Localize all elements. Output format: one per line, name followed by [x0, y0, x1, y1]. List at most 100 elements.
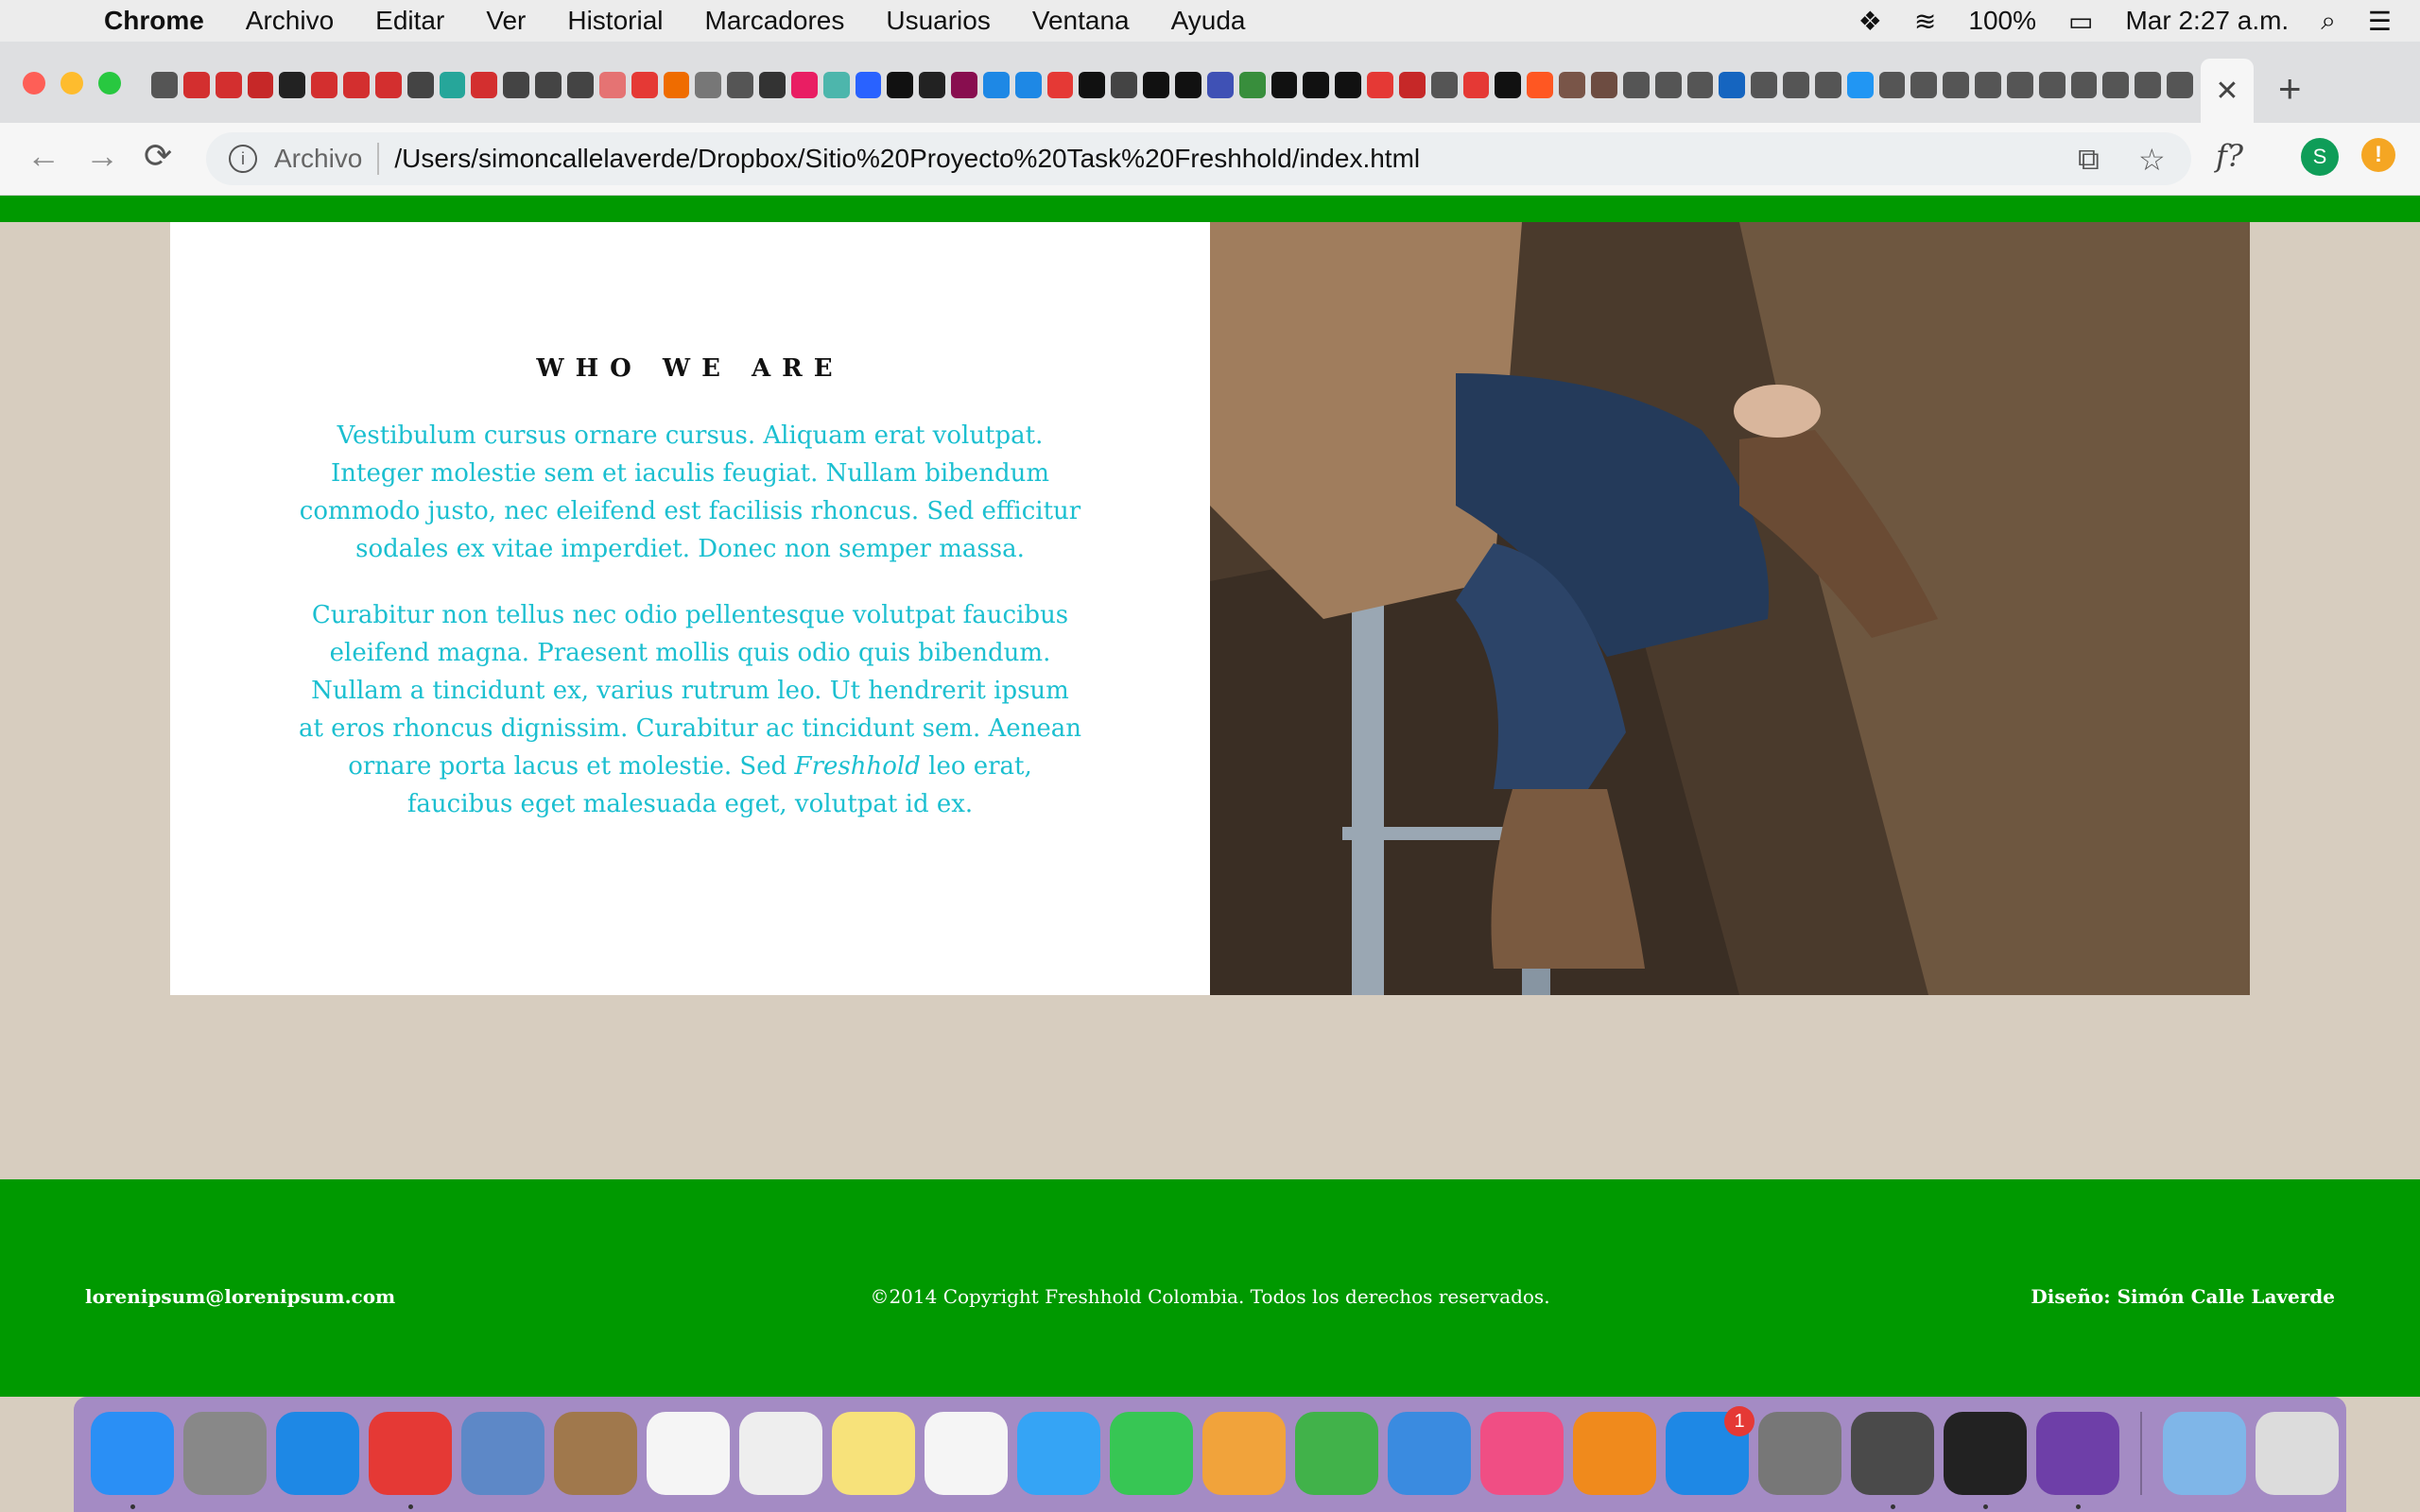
menu-archivo[interactable]: Archivo — [246, 6, 334, 36]
translate-icon[interactable]: ⧉ — [2078, 142, 2100, 178]
pinned-tab-favicon-icon[interactable] — [2038, 72, 2066, 98]
pinned-tab-favicon-icon[interactable] — [727, 72, 754, 98]
menu-editar[interactable]: Editar — [375, 6, 444, 36]
pinned-tab-favicon-icon[interactable] — [1079, 72, 1106, 98]
url-text[interactable]: /Users/simoncallelaverde/Dropbox/Sitio%2… — [394, 144, 1420, 174]
pinned-tab-favicon-icon[interactable] — [374, 72, 402, 98]
dock-sublime-text-icon[interactable] — [1851, 1412, 1934, 1509]
pinned-tab-favicon-icon[interactable] — [1686, 72, 1714, 98]
dock-contacts-icon[interactable] — [554, 1412, 637, 1495]
pinned-tab-favicon-icon[interactable] — [343, 72, 370, 98]
dock-app-store-icon[interactable]: 1 — [1666, 1406, 1754, 1495]
pinned-tab-favicon-icon[interactable] — [1846, 72, 1874, 98]
pinned-tab-favicon-icon[interactable] — [1430, 72, 1458, 98]
close-window-button[interactable] — [23, 72, 45, 94]
menu-marcadores[interactable]: Marcadores — [705, 6, 845, 36]
active-tab[interactable]: ✕ — [2201, 59, 2254, 123]
new-tab-button[interactable]: + — [2278, 66, 2302, 112]
pinned-tab-favicon-icon[interactable] — [1206, 72, 1234, 98]
menu-historial[interactable]: Historial — [567, 6, 663, 36]
menu-bar-clock[interactable]: Mar 2:27 a.m. — [2125, 6, 2289, 36]
pinned-tab-favicon-icon[interactable] — [822, 72, 850, 98]
pinned-tab-favicon-icon[interactable] — [1175, 72, 1201, 98]
pinned-tab-favicon-icon[interactable] — [151, 72, 178, 98]
pinned-tab-favicon-icon[interactable] — [2006, 72, 2033, 98]
menu-usuarios[interactable]: Usuarios — [886, 6, 990, 36]
pinned-tab-favicon-icon[interactable] — [790, 72, 818, 98]
dock-downloads-folder-icon[interactable] — [2163, 1412, 2246, 1495]
minimize-window-button[interactable] — [60, 72, 83, 94]
fontface-extension-icon[interactable]: f? — [2216, 138, 2243, 174]
pinned-tab-favicon-icon[interactable] — [887, 72, 914, 98]
battery-icon[interactable]: ▭ — [2068, 6, 2093, 37]
pinned-tab-favicon-icon[interactable] — [1398, 72, 1426, 98]
pinned-tab-favicon-icon[interactable] — [1751, 72, 1778, 98]
pinned-tab-favicon-icon[interactable] — [566, 72, 594, 98]
pinned-tab-favicon-icon[interactable] — [471, 72, 498, 98]
pinned-tab-favicon-icon[interactable] — [311, 72, 338, 98]
pinned-tab-favicon-icon[interactable] — [1559, 72, 1585, 98]
pinned-tab-favicon-icon[interactable] — [215, 72, 242, 98]
dock-system-preferences-icon[interactable] — [1758, 1412, 1841, 1495]
menu-ayuda[interactable]: Ayuda — [1171, 6, 1246, 36]
dock-chrome-icon[interactable] — [369, 1412, 452, 1509]
profile-avatar[interactable]: S — [2301, 138, 2339, 176]
pinned-tab-favicon-icon[interactable] — [1783, 72, 1809, 98]
dropbox-icon[interactable]: ❖ — [1858, 6, 1882, 37]
pinned-tab-favicon-icon[interactable] — [982, 72, 1010, 98]
back-button[interactable]: ← — [26, 136, 60, 176]
dock-github-desktop-icon[interactable] — [2036, 1412, 2119, 1509]
pinned-tab-favicon-icon[interactable] — [663, 72, 690, 98]
dock-calendar-icon[interactable] — [739, 1412, 822, 1495]
pinned-tab-favicon-icon[interactable] — [1143, 72, 1169, 98]
pinned-tab-favicon-icon[interactable] — [1270, 72, 1298, 98]
pinned-tab-favicon-icon[interactable] — [1590, 72, 1617, 98]
dock-pages-icon[interactable] — [1202, 1412, 1286, 1495]
menu-ver[interactable]: Ver — [486, 6, 526, 36]
site-info-icon[interactable]: i — [229, 145, 257, 173]
reload-button[interactable]: ⟳ — [144, 136, 172, 176]
pinned-tab-favicon-icon[interactable] — [2135, 72, 2162, 98]
pinned-tab-favicon-icon[interactable] — [1719, 72, 1746, 98]
pinned-tab-favicon-icon[interactable] — [1878, 72, 1906, 98]
pinned-tab-favicon-icon[interactable] — [439, 72, 466, 98]
pinned-tab-favicon-icon[interactable] — [2102, 72, 2130, 98]
pinned-tab-favicon-icon[interactable] — [598, 72, 626, 98]
dock-finder-icon[interactable] — [91, 1412, 174, 1509]
pinned-tab-favicon-icon[interactable] — [1303, 72, 1330, 98]
pinned-tab-favicon-icon[interactable] — [1335, 72, 1362, 98]
spotlight-search-icon[interactable]: ⌕ — [2321, 6, 2336, 37]
menu-ventana[interactable]: Ventana — [1032, 6, 1130, 36]
pinned-tab-favicon-icon[interactable] — [535, 72, 562, 98]
pinned-tab-favicon-icon[interactable] — [1975, 72, 2001, 98]
pinned-tab-favicon-icon[interactable] — [2167, 72, 2193, 98]
pinned-tab-favicon-icon[interactable] — [1367, 72, 1393, 98]
pinned-tab-favicon-icon[interactable] — [1814, 72, 1841, 98]
dock-trash-icon[interactable] — [2256, 1412, 2339, 1495]
dock-notes-icon[interactable] — [832, 1412, 915, 1495]
dock-reminders-icon[interactable] — [647, 1412, 730, 1495]
pinned-tab-favicon-icon[interactable] — [1238, 72, 1266, 98]
wifi-icon[interactable]: ≋ — [1914, 6, 1936, 37]
close-tab-icon[interactable]: ✕ — [2215, 75, 2238, 108]
dock-safari-icon[interactable] — [276, 1412, 359, 1495]
pinned-tab-favicon-icon[interactable] — [1111, 72, 1138, 98]
pinned-tab-favicon-icon[interactable] — [182, 72, 210, 98]
pinned-tab-favicon-icon[interactable] — [1527, 72, 1554, 98]
pinned-tab-favicon-icon[interactable] — [1014, 72, 1042, 98]
dock-photos-icon[interactable] — [925, 1412, 1008, 1495]
notification-center-icon[interactable]: ☰ — [2368, 6, 2392, 37]
dock-mail-icon[interactable] — [461, 1412, 544, 1495]
pinned-tab-favicon-icon[interactable] — [855, 72, 882, 98]
pinned-tab-favicon-icon[interactable] — [631, 72, 658, 98]
address-bar[interactable]: i Archivo /Users/simoncallelaverde/Dropb… — [206, 132, 2191, 185]
chrome-menu-alert-icon[interactable]: ! — [2361, 138, 2395, 172]
dock-facetime-icon[interactable] — [1110, 1412, 1193, 1495]
pinned-tab-favicon-icon[interactable] — [247, 72, 274, 98]
pinned-tab-favicon-icon[interactable] — [1910, 72, 1938, 98]
pinned-tab-favicon-icon[interactable] — [1046, 72, 1074, 98]
dock-launchpad-icon[interactable] — [183, 1412, 267, 1495]
pinned-tab-favicon-icon[interactable] — [1654, 72, 1682, 98]
fullscreen-window-button[interactable] — [98, 72, 121, 94]
pinned-tab-favicon-icon[interactable] — [919, 72, 946, 98]
